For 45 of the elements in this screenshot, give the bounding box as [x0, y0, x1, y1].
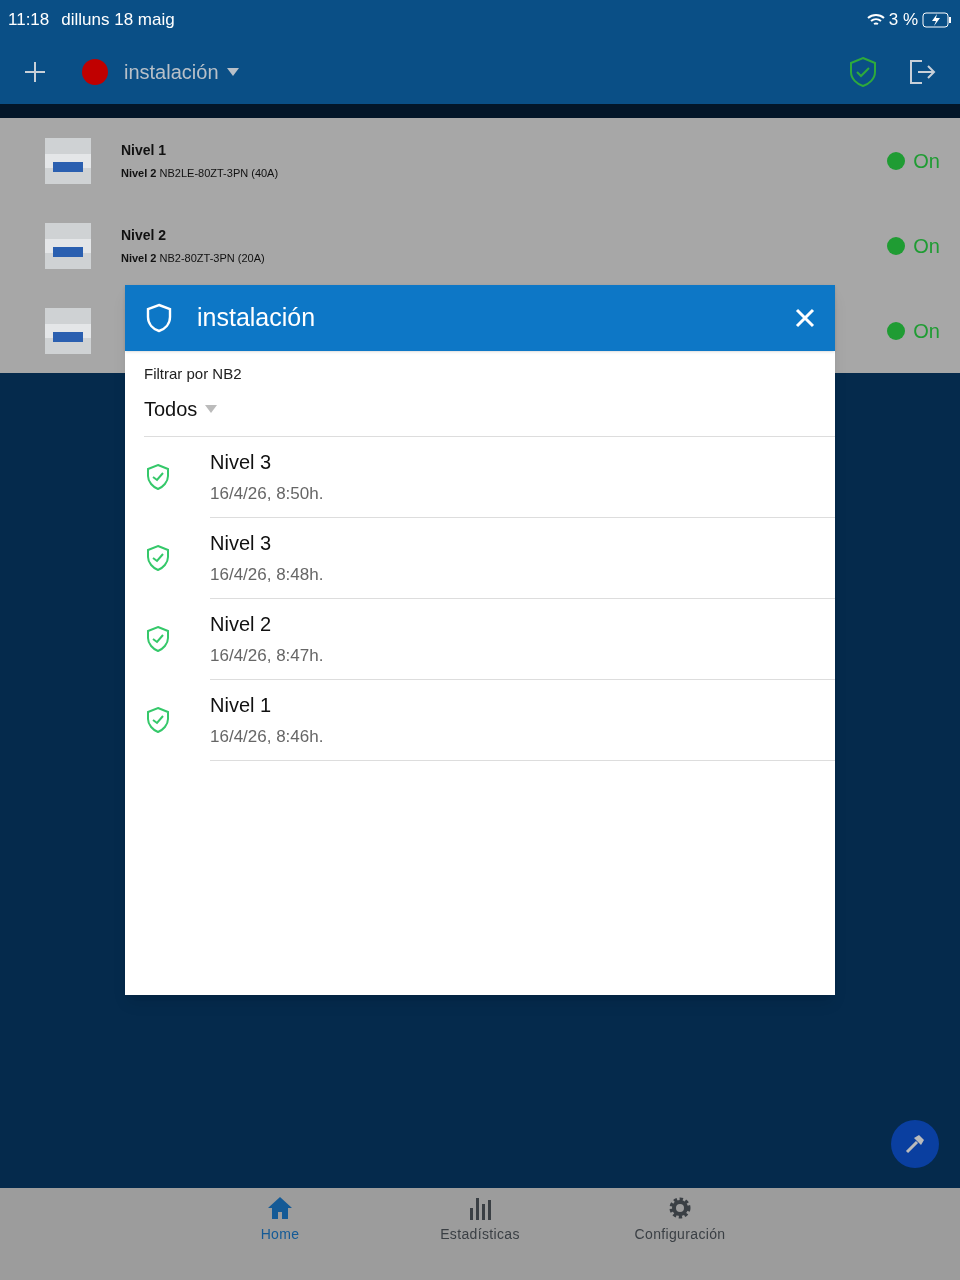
event-time: 16/4/26, 8:50h.	[210, 482, 325, 505]
device-name: Nivel 2	[121, 225, 168, 245]
device-state: On	[913, 148, 940, 174]
hammer-icon	[904, 1133, 926, 1155]
event-time: 16/4/26, 8:47h.	[210, 644, 325, 667]
shield-check-icon	[144, 706, 172, 734]
close-icon[interactable]	[795, 308, 815, 328]
nav-tab[interactable]: Home	[222, 1196, 338, 1280]
dialog-title: instalación	[197, 302, 316, 334]
status-date: dilluns 18 maig	[61, 9, 175, 32]
caret-icon	[226, 68, 239, 76]
bar-chart-icon	[469, 1196, 491, 1220]
battery-charging-icon	[922, 12, 952, 28]
wifi-icon	[866, 13, 885, 27]
shield-icon	[145, 303, 173, 333]
caret-icon	[205, 404, 218, 413]
event-title: Nivel 2	[210, 611, 273, 637]
battery-percent: 3 %	[888, 9, 918, 32]
shield-check-icon[interactable]	[848, 56, 878, 88]
device-state: On	[913, 318, 940, 344]
filter-label: Filtrar por NB2	[144, 364, 243, 384]
device-model: Nivel 2 NB2-80ZT-3PN (20A)	[121, 250, 265, 266]
filter-dropdown[interactable]: Todos	[144, 393, 218, 424]
device-name: Nivel 1	[121, 140, 168, 160]
logout-icon[interactable]	[908, 59, 936, 85]
event-title: Nivel 3	[210, 449, 273, 475]
breaker-icon	[43, 220, 93, 271]
event-title: Nivel 3	[210, 530, 273, 556]
add-icon[interactable]	[24, 61, 46, 83]
device-state: On	[913, 233, 940, 259]
site-dropdown[interactable]: instalación	[124, 57, 239, 87]
event-time: 16/4/26, 8:48h.	[210, 563, 325, 586]
breaker-icon	[43, 305, 93, 356]
shield-check-icon	[144, 625, 172, 653]
nav-tab[interactable]: Estadísticas	[422, 1196, 538, 1280]
home-icon	[267, 1196, 293, 1220]
status-time: 11:18	[8, 9, 50, 32]
event-title: Nivel 1	[210, 692, 273, 718]
breaker-icon	[43, 135, 93, 186]
shield-check-icon	[144, 544, 172, 572]
nav-tab[interactable]: Configuración	[622, 1196, 738, 1280]
shield-check-icon	[144, 463, 172, 491]
settings-icon	[668, 1196, 692, 1220]
event-time: 16/4/26, 8:46h.	[210, 725, 325, 748]
device-model: Nivel 2 NB2LE-80ZT-3PN (40A)	[121, 165, 279, 181]
